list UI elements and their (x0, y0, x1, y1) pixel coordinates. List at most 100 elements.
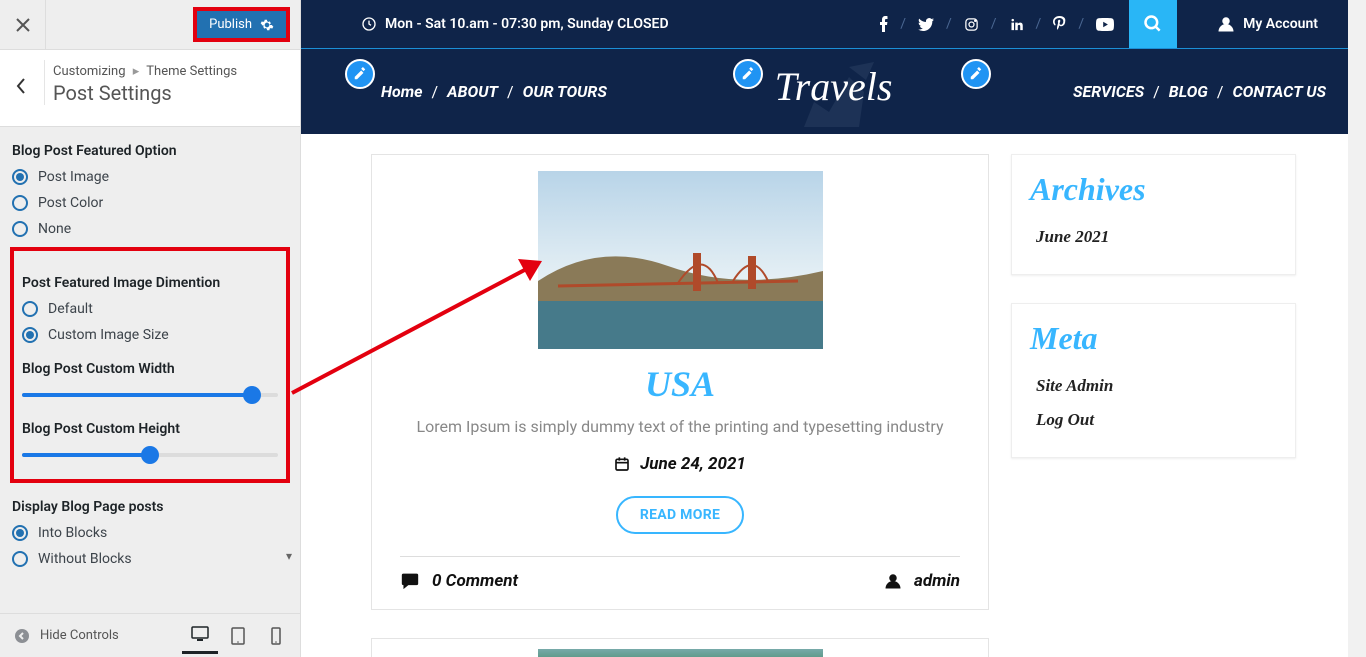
post-featured-image[interactable] (538, 649, 823, 657)
user-icon (884, 572, 902, 590)
edit-shortcut-button[interactable] (733, 59, 763, 89)
slider-thumb-icon[interactable] (141, 446, 159, 464)
slider-width-label: Blog Post Custom Width (22, 361, 278, 377)
device-desktop-button[interactable] (182, 618, 218, 654)
radio-label: Custom Image Size (48, 327, 169, 343)
hide-controls-button[interactable]: Hide Controls (6, 628, 178, 644)
post-card: USA Lorem Ipsum is simply dummy text of … (371, 154, 989, 610)
nav-about[interactable]: ABOUT (447, 82, 498, 101)
widget-archives: Archives June 2021 (1011, 154, 1296, 275)
pencil-icon (741, 67, 755, 81)
radio-icon (22, 301, 38, 317)
search-button[interactable] (1129, 0, 1177, 48)
radio-post-color[interactable]: Post Color (12, 195, 288, 211)
image-dimension-highlight: Post Featured Image Dimention Default Cu… (10, 247, 290, 483)
nav-contact[interactable]: CONTACT US (1232, 82, 1326, 101)
social-links: / / / / / (880, 16, 1114, 33)
widget-title: Archives (1030, 171, 1277, 208)
comments-text: 0 Comment (432, 571, 518, 591)
post-title[interactable]: USA (400, 363, 960, 405)
meta-link-siteadmin[interactable]: Site Admin (1030, 369, 1277, 403)
page-title: Post Settings (53, 81, 288, 105)
nav-tours[interactable]: OUR TOURS (523, 82, 607, 101)
slider-width[interactable] (22, 387, 278, 403)
post-featured-image[interactable] (538, 171, 823, 349)
pencil-icon (353, 67, 367, 81)
nav-left: Home/ ABOUT/ OUR TOURS (381, 82, 607, 101)
nav-home[interactable]: Home (381, 82, 423, 101)
publish-highlight: Publish (193, 7, 290, 42)
my-account-label: My Account (1243, 16, 1318, 32)
mobile-icon (271, 627, 281, 645)
radio-icon (12, 221, 28, 237)
site-logo[interactable]: Travels (775, 63, 893, 110)
radio-default[interactable]: Default (22, 301, 278, 317)
back-button[interactable] (6, 60, 36, 112)
sidebar-footer: Hide Controls (0, 613, 300, 657)
calendar-icon (614, 456, 630, 472)
site-navbar: Home/ ABOUT/ OUR TOURS Travels SERVICES/… (301, 48, 1366, 134)
post-excerpt: Lorem Ipsum is simply dummy text of the … (400, 417, 960, 436)
radio-none[interactable]: None (12, 221, 288, 237)
read-more-button[interactable]: READ MORE (616, 496, 744, 534)
search-icon (1143, 14, 1163, 34)
close-button[interactable] (0, 0, 46, 50)
clock-icon (361, 16, 377, 32)
site-content: USA Lorem Ipsum is simply dummy text of … (301, 134, 1366, 657)
section-featured-option-title: Blog Post Featured Option (12, 143, 288, 159)
user-icon (1217, 15, 1235, 33)
twitter-icon[interactable] (918, 18, 934, 31)
sidebar-body: Blog Post Featured Option Post Image Pos… (0, 127, 300, 613)
radio-icon (22, 327, 38, 343)
tablet-icon (231, 627, 245, 645)
scrollbar[interactable] (1348, 0, 1366, 657)
radio-icon (12, 551, 28, 567)
slider-height-label: Blog Post Custom Height (22, 421, 278, 437)
preview-pane: Mon - Sat 10.am - 07:30 pm, Sunday CLOSE… (301, 0, 1366, 657)
nav-blog[interactable]: BLOG (1169, 82, 1208, 101)
archive-link[interactable]: June 2021 (1030, 220, 1277, 254)
close-icon (16, 18, 30, 32)
youtube-icon[interactable] (1096, 18, 1114, 31)
device-mobile-button[interactable] (258, 618, 294, 654)
device-tablet-button[interactable] (220, 618, 256, 654)
radio-label: None (38, 221, 71, 237)
post-card (371, 638, 989, 657)
expand-icon[interactable]: ▾ (280, 547, 298, 565)
hide-controls-label: Hide Controls (40, 628, 119, 643)
linkedin-icon[interactable] (1009, 17, 1024, 32)
post-author[interactable]: admin (884, 571, 960, 591)
sidebar-topbar: Publish (0, 0, 300, 50)
radio-into-blocks[interactable]: Into Blocks (12, 525, 288, 541)
section-dimension-title: Post Featured Image Dimention (22, 275, 278, 291)
pinterest-icon[interactable] (1053, 16, 1066, 33)
post-comments[interactable]: 0 Comment (400, 571, 518, 591)
opening-hours: Mon - Sat 10.am - 07:30 pm, Sunday CLOSE… (361, 16, 669, 32)
device-preview-group (182, 618, 294, 654)
instagram-icon[interactable] (964, 17, 979, 32)
breadcrumb: Customizing ▸ Theme Settings (53, 64, 288, 79)
my-account-link[interactable]: My Account (1217, 15, 1318, 33)
facebook-icon[interactable] (880, 16, 888, 32)
slider-height[interactable] (22, 447, 278, 463)
edit-shortcut-button[interactable] (961, 59, 991, 89)
collapse-icon (14, 628, 30, 644)
post-date-text: June 24, 2021 (640, 454, 746, 474)
radio-post-image[interactable]: Post Image (12, 169, 288, 185)
radio-label: Post Image (38, 169, 109, 185)
slider-thumb-icon[interactable] (243, 386, 261, 404)
sidebar-header: Customizing ▸ Theme Settings Post Settin… (0, 50, 300, 127)
publish-button[interactable]: Publish (197, 11, 286, 38)
radio-icon (12, 195, 28, 211)
desktop-icon (191, 626, 209, 642)
post-meta: 0 Comment admin (400, 556, 960, 591)
hours-text: Mon - Sat 10.am - 07:30 pm, Sunday CLOSE… (385, 16, 669, 32)
comment-icon (400, 572, 420, 590)
nav-services[interactable]: SERVICES (1073, 82, 1144, 101)
radio-without-blocks[interactable]: Without Blocks (12, 551, 288, 567)
edit-shortcut-button[interactable] (345, 59, 375, 89)
meta-link-logout[interactable]: Log Out (1030, 403, 1277, 437)
radio-custom-size[interactable]: Custom Image Size (22, 327, 278, 343)
blog-sidebar: Archives June 2021 Meta Site Admin Log O… (1011, 154, 1296, 657)
publish-label: Publish (209, 17, 252, 32)
